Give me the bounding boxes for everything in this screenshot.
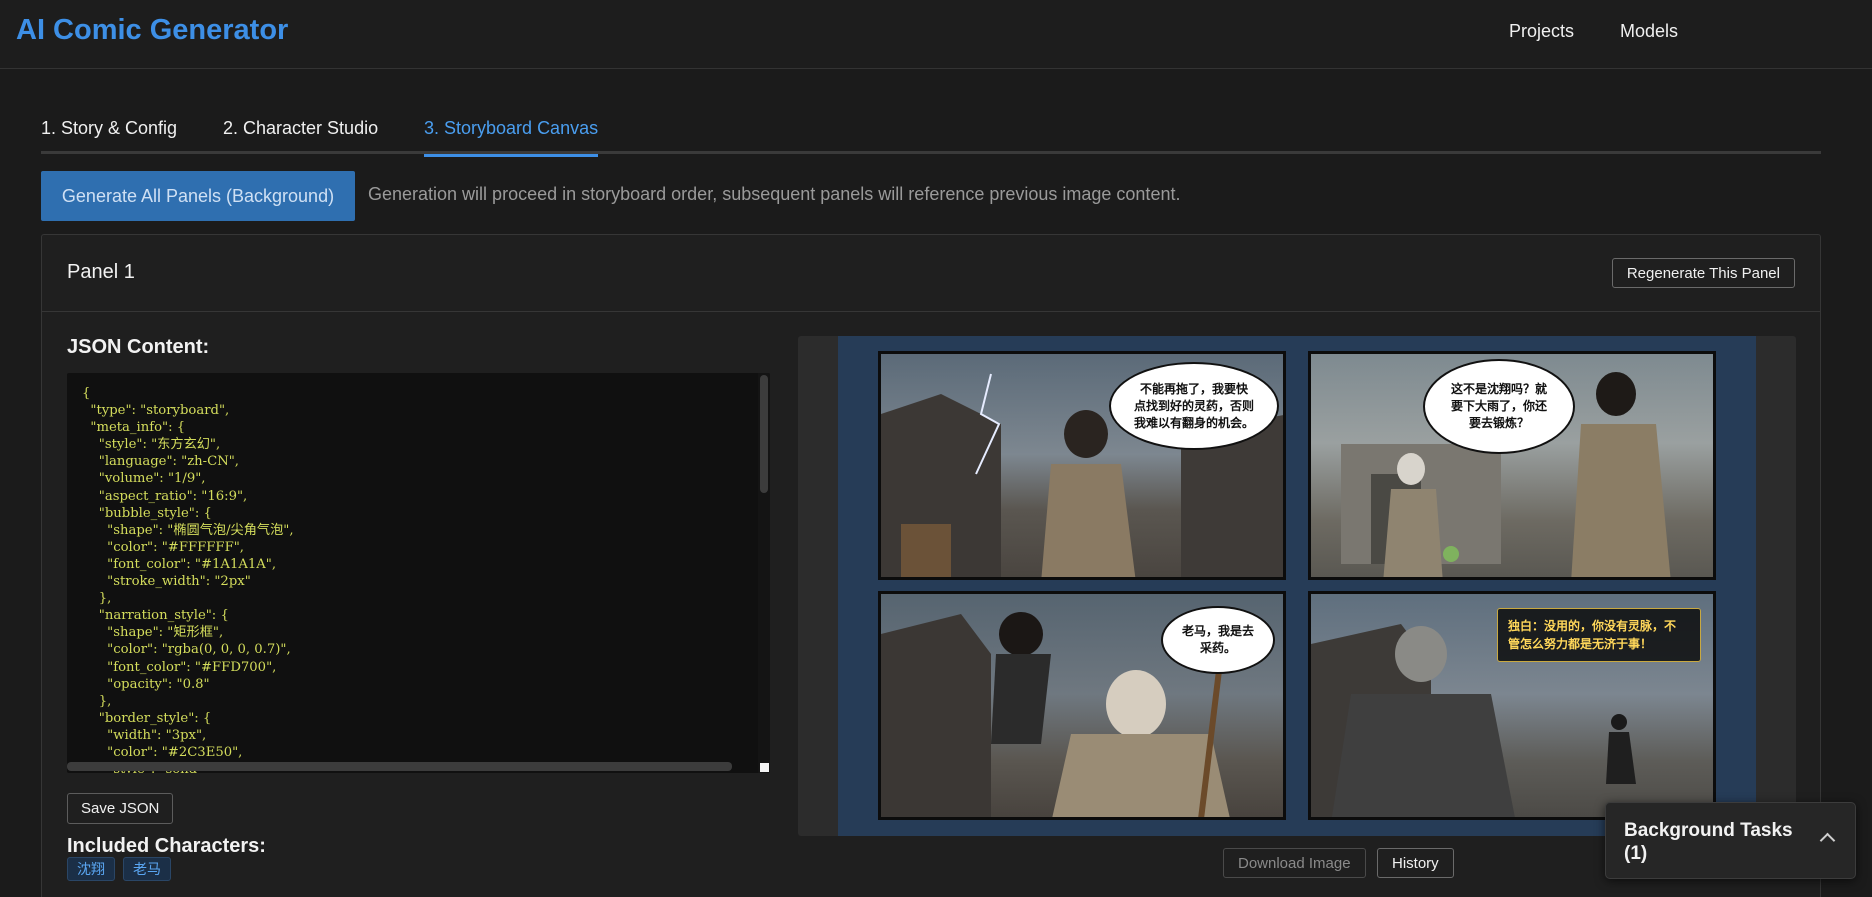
speech-bubble: 不能再拖了，我要快 点找到好的灵药，否则 我难以有翻身的机会。: [1109, 362, 1279, 450]
json-vertical-scrollbar[interactable]: [758, 373, 770, 773]
character-tag: 沈翔: [67, 857, 115, 881]
app-title: AI Comic Generator: [16, 14, 289, 46]
comic-cell-4: 独白：没用的，你没有灵脉，不 管怎么努力都是无济于事！: [1308, 591, 1716, 820]
json-resize-handle[interactable]: [760, 763, 769, 772]
speech-bubble: 老马，我是去 采药。: [1161, 606, 1275, 674]
generation-hint: Generation will proceed in storyboard or…: [368, 184, 1181, 204]
tab-storyboard-canvas[interactable]: 3. Storyboard Canvas: [424, 116, 599, 157]
image-preview: 不能再拖了，我要快 点找到好的灵药，否则 我难以有翻身的机会。 这不是沈翔吗？就…: [798, 336, 1796, 836]
comic-page-image: 不能再拖了，我要快 点找到好的灵药，否则 我难以有翻身的机会。 这不是沈翔吗？就…: [838, 336, 1756, 836]
comic-cell-3: 老马，我是去 采药。: [878, 591, 1286, 820]
background-tasks-label: Background Tasks (1): [1624, 820, 1793, 864]
comic-cell-1: 不能再拖了，我要快 点找到好的灵药，否则 我难以有翻身的机会。: [878, 351, 1286, 580]
json-horizontal-scroll-thumb[interactable]: [67, 762, 732, 771]
panel-header: Panel 1 Regenerate This Panel: [42, 235, 1820, 312]
nav-models[interactable]: Models: [1620, 21, 1678, 42]
background-tasks-widget[interactable]: Background Tasks (1): [1605, 802, 1856, 879]
tab-story-config[interactable]: 1. Story & Config: [41, 116, 177, 154]
regenerate-panel-button[interactable]: Regenerate This Panel: [1611, 258, 1795, 288]
comic-cell-2: 这不是沈翔吗？就 要下大雨了，你还 要去锻炼？: [1308, 351, 1716, 580]
chevron-up-icon[interactable]: [1819, 832, 1836, 849]
character-tag: 老马: [123, 857, 171, 881]
json-content-label: JSON Content:: [67, 336, 210, 358]
speech-bubble: 这不是沈翔吗？就 要下大雨了，你还 要去锻炼？: [1423, 359, 1575, 454]
panel-title: Panel 1: [67, 261, 135, 283]
top-bar: AI Comic Generator Projects Models: [0, 0, 1872, 69]
panel-card: Panel 1 Regenerate This Panel JSON Conte…: [41, 234, 1821, 897]
save-json-button[interactable]: Save JSON: [67, 793, 174, 824]
json-vertical-scroll-thumb[interactable]: [760, 375, 768, 493]
history-button[interactable]: History: [1377, 848, 1454, 878]
json-editor-text[interactable]: { "type": "storyboard", "meta_info": { "…: [82, 385, 294, 773]
generate-all-panels-button[interactable]: Generate All Panels (Background): [41, 171, 355, 221]
json-editor[interactable]: { "type": "storyboard", "meta_info": { "…: [67, 373, 770, 773]
download-image-button[interactable]: Download Image: [1223, 848, 1366, 878]
nav-projects[interactable]: Projects: [1509, 21, 1574, 42]
included-characters-label: Included Characters:: [67, 835, 266, 857]
step-tabs: 1. Story & Config 2. Character Studio 3.…: [41, 116, 1821, 157]
tab-character-studio[interactable]: 2. Character Studio: [223, 116, 378, 154]
narration-box: 独白：没用的，你没有灵脉，不 管怎么努力都是无济于事！: [1497, 608, 1701, 662]
